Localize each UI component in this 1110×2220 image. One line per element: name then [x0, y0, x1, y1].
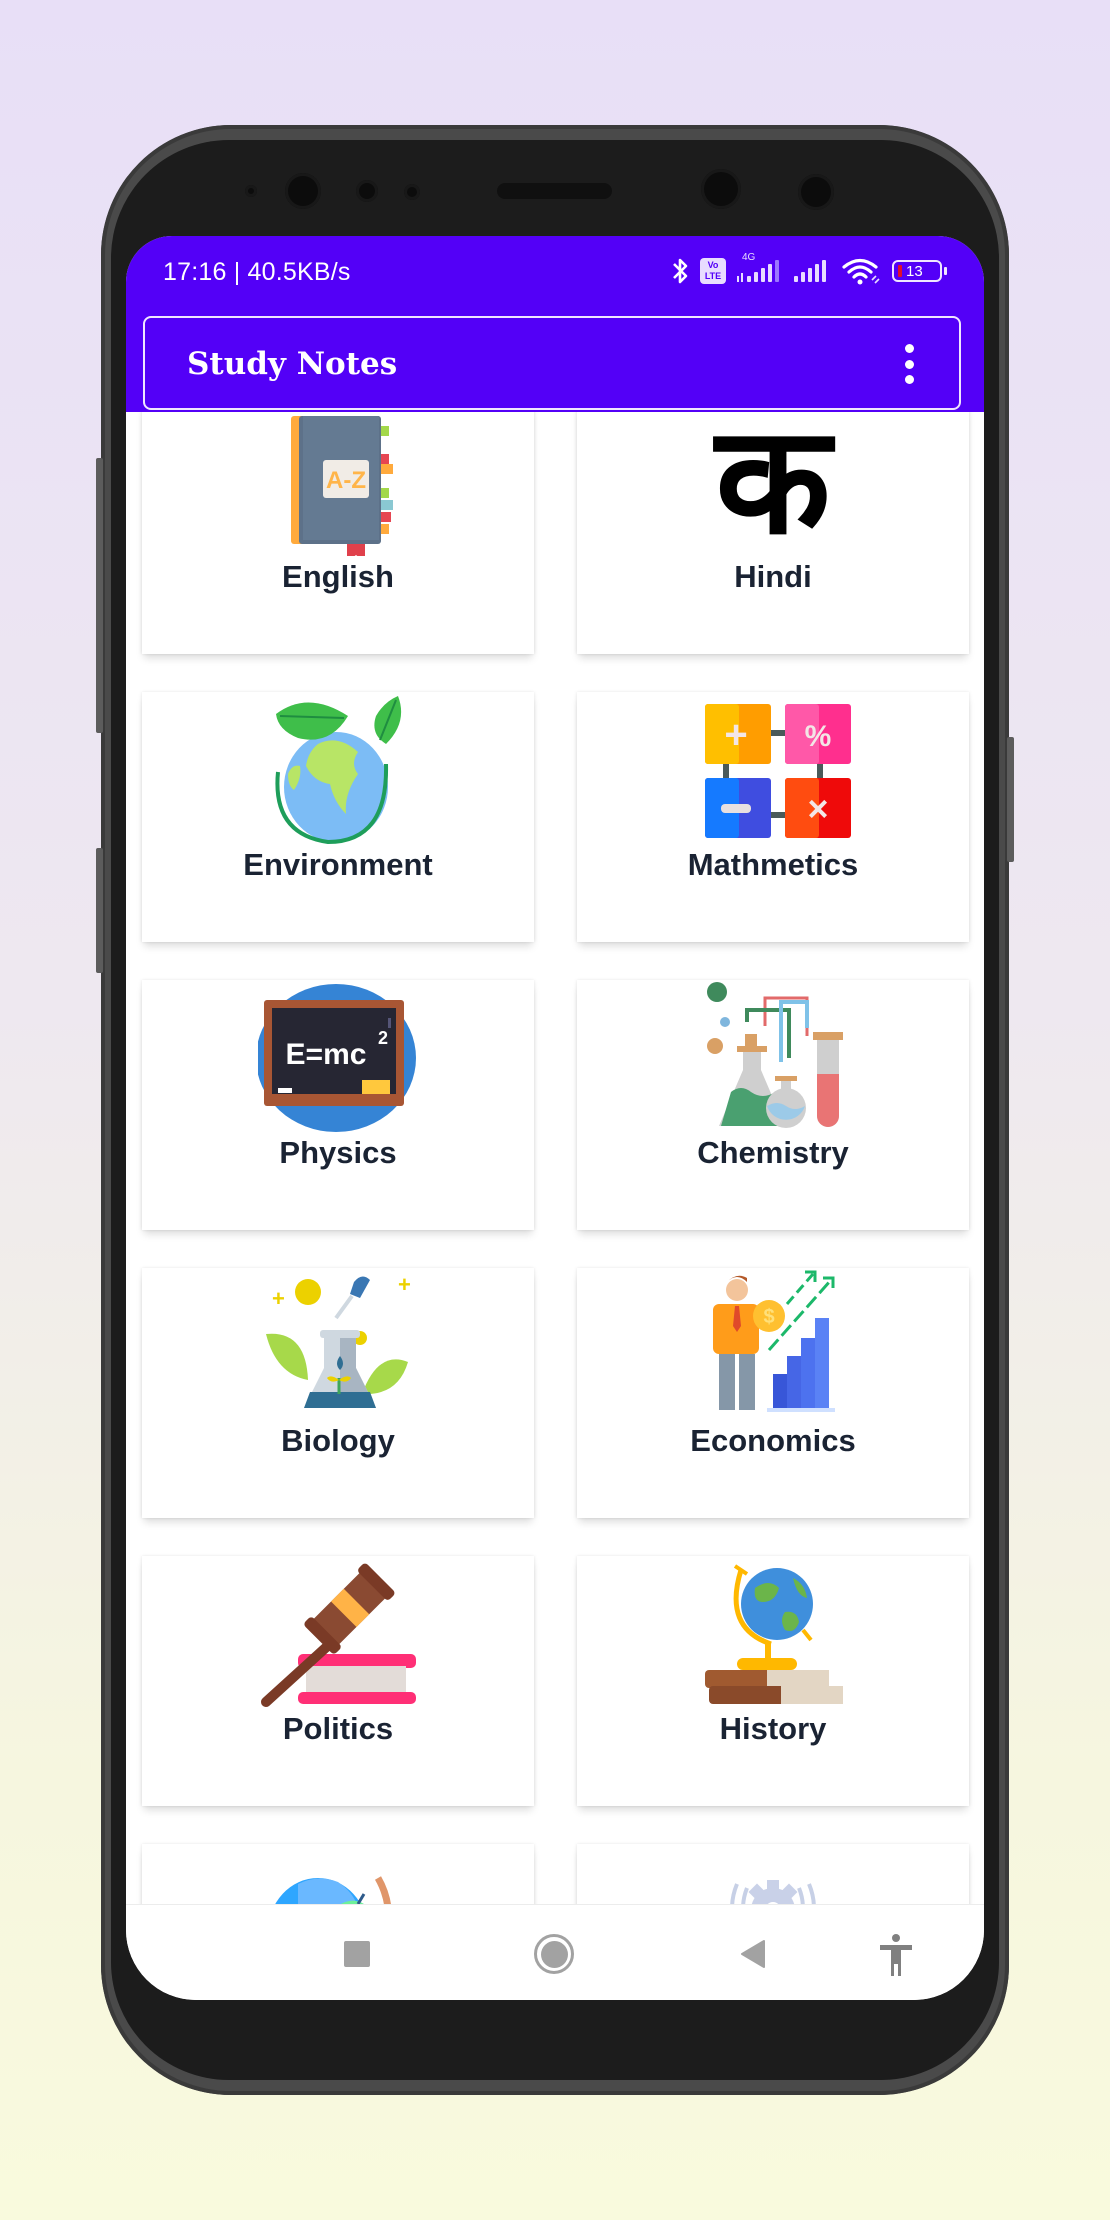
sensor-dot	[245, 185, 257, 197]
overflow-menu-button[interactable]	[897, 344, 921, 384]
subject-label: Mathmetics	[687, 847, 859, 882]
volume-up-button	[96, 458, 103, 733]
earth-leaves-icon	[258, 694, 418, 844]
front-camera	[285, 173, 321, 209]
wifi-icon	[842, 258, 880, 285]
subject-card-history[interactable]: History	[577, 1556, 969, 1806]
earpiece-speaker	[497, 183, 612, 199]
signal-icon	[794, 260, 826, 282]
subject-label: Environment	[243, 847, 433, 882]
svg-text:+: +	[724, 713, 747, 757]
growth-chart-person-icon: $	[693, 1270, 853, 1420]
recents-button[interactable]	[344, 1941, 370, 1967]
system-navigation-bar	[126, 1904, 984, 2000]
subject-card-physics[interactable]: E=mc 2 Physics	[142, 980, 534, 1230]
subject-card-politics[interactable]: Politics	[142, 1556, 534, 1806]
home-button[interactable]	[534, 1934, 574, 1974]
front-camera-secondary	[701, 169, 741, 209]
subject-grid[interactable]: A-Z English क Hindi Environment + % × Ma…	[126, 412, 984, 1932]
subject-label: Hindi	[734, 559, 812, 594]
sensor-dot	[404, 184, 420, 200]
subject-card-environment[interactable]: Environment	[142, 692, 534, 942]
subject-card-hindi[interactable]: क Hindi	[577, 412, 969, 654]
bluetooth-icon	[673, 258, 688, 284]
svg-text:%: %	[805, 720, 832, 753]
front-flash	[798, 174, 834, 210]
lab-flasks-icon	[693, 982, 853, 1132]
phone-screen: 17:16 | 40.5KB/s Vo LTE 4G 13 Study Note…	[126, 236, 984, 2000]
subject-label: Biology	[281, 1423, 395, 1458]
svg-text:×: ×	[807, 788, 828, 829]
accessibility-icon	[880, 1934, 912, 1976]
svg-text:+: +	[398, 1272, 411, 1297]
subject-card-biology[interactable]: + + Biology	[142, 1268, 534, 1518]
subject-label: Physics	[279, 1135, 397, 1170]
subject-card-english[interactable]: A-Z English	[142, 412, 534, 654]
blackboard-emc2-icon: E=mc 2	[258, 982, 418, 1132]
overflow-menu-icon	[904, 344, 914, 353]
flask-plant-icon: + +	[258, 1270, 418, 1420]
svg-text:A-Z: A-Z	[326, 467, 366, 494]
status-icons: Vo LTE 4G 13	[670, 252, 947, 288]
svg-text:E=mc: E=mc	[286, 1038, 367, 1071]
signal-4g-icon: 4G	[736, 252, 782, 286]
battery-icon: 13	[892, 260, 947, 282]
accessibility-button[interactable]	[878, 1933, 914, 1977]
battery-low-indicator	[898, 265, 902, 277]
home-icon	[534, 1934, 574, 1974]
gavel-book-icon	[258, 1558, 418, 1708]
subject-card-mathematics[interactable]: + % × Mathmetics	[577, 692, 969, 942]
app-bar-outline: Study Notes	[143, 316, 961, 410]
subject-label: Politics	[282, 1711, 394, 1746]
subject-label: Economics	[690, 1423, 856, 1458]
devanagari-ka-icon: क	[715, 412, 831, 568]
status-bar: 17:16 | 40.5KB/s Vo LTE 4G 13	[126, 236, 984, 312]
globe-books-icon	[693, 1558, 853, 1708]
volume-down-button	[96, 848, 103, 973]
app-title: Study Notes	[187, 346, 398, 382]
math-operators-icon: + % ×	[693, 694, 853, 844]
recents-icon	[344, 1941, 370, 1967]
subject-card-economics[interactable]: $ Economics	[577, 1268, 969, 1518]
status-time: 17:16 | 40.5KB/s	[163, 258, 351, 286]
app-bar: Study Notes	[126, 312, 984, 412]
svg-text:+: +	[272, 1286, 285, 1311]
dictionary-book-icon: A-Z	[258, 412, 418, 556]
sensor-dot	[356, 180, 378, 202]
svg-text:2: 2	[378, 1028, 388, 1048]
svg-text:$: $	[763, 1306, 774, 1328]
subject-label: English	[282, 559, 394, 594]
subject-card-chemistry[interactable]: Chemistry	[577, 980, 969, 1230]
volte-icon: Vo LTE	[700, 258, 726, 284]
power-button	[1007, 737, 1014, 862]
subject-label: Chemistry	[697, 1135, 849, 1170]
back-icon	[741, 1940, 765, 1968]
subject-label: History	[719, 1711, 827, 1746]
back-button[interactable]	[738, 1939, 768, 1969]
